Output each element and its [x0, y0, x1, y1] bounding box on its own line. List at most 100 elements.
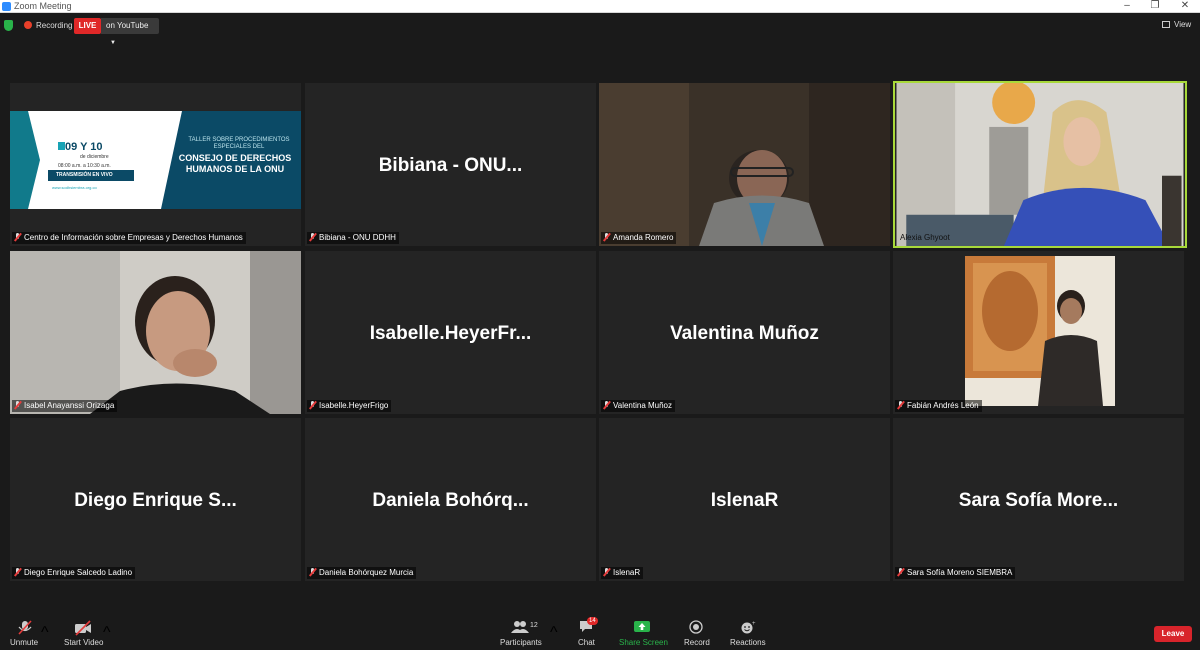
- unmute-button[interactable]: Unmute: [10, 620, 38, 647]
- slide-title-big: CONSEJO DE DERECHOS HUMANOS DE LA ONU: [178, 153, 292, 174]
- muted-mic-icon: [602, 567, 611, 577]
- participant-name-label: IslenaR: [601, 567, 644, 579]
- shared-slide-image: 09 Y 10 de diciembre 08:00 a.m. a 10:30 …: [10, 111, 301, 209]
- recording-label: Recording: [36, 21, 73, 30]
- unmute-label: Unmute: [10, 638, 39, 647]
- slide-title-small: TALLER SOBRE PROCEDIMIENTOS ESPECIALES D…: [188, 137, 290, 150]
- participants-count: 12: [530, 622, 538, 629]
- video-tile[interactable]: Amanda Romero: [599, 83, 890, 246]
- participant-name-label: Valentina Muñoz: [601, 400, 675, 412]
- view-label: View: [1174, 20, 1192, 29]
- chat-label: Chat: [578, 638, 595, 647]
- participants-options-caret-icon[interactable]: ^: [550, 624, 558, 642]
- participant-name-label: Daniela Bohórquez Murcia: [307, 567, 417, 579]
- restore-icon[interactable]: ❐: [1140, 0, 1170, 12]
- participant-name-label: Isabelle.HeyerFrigo: [307, 400, 392, 412]
- participant-name-label: Amanda Romero: [601, 232, 677, 244]
- video-tile[interactable]: Fabián Andrés León: [893, 251, 1184, 414]
- video-tile[interactable]: Sara Sofía More... Sara Sofía Moreno SIE…: [893, 418, 1184, 581]
- window-title: Zoom Meeting: [14, 1, 72, 11]
- muted-mic-icon: [602, 232, 611, 242]
- video-tile[interactable]: Isabel Anayanssi Orizaga: [10, 251, 301, 414]
- share-screen-icon: [634, 621, 650, 632]
- window-titlebar: Zoom Meeting – ❐ ✕: [0, 0, 1200, 13]
- live-badge: LIVE: [74, 18, 101, 34]
- participants-icon: [511, 621, 529, 633]
- svg-text:+: +: [752, 621, 756, 627]
- participant-display-name: Daniela Bohórq...: [372, 490, 529, 511]
- participant-name-label: Centro de Información sobre Empresas y D…: [12, 232, 246, 244]
- slide-hours: 08:00 a.m. a 10:30 a.m.: [58, 163, 111, 169]
- participant-name-label: Fabián Andrés León: [895, 400, 982, 412]
- record-button[interactable]: Record: [684, 620, 710, 647]
- reactions-icon: +: [741, 621, 756, 634]
- participant-video-feed: [10, 251, 301, 414]
- reactions-label: Reactions: [730, 638, 766, 647]
- view-button[interactable]: View: [1162, 20, 1191, 29]
- reactions-button[interactable]: + Reactions: [730, 620, 766, 647]
- recording-icon: [24, 21, 32, 29]
- participant-video-feed: [893, 251, 1184, 414]
- muted-mic-icon: [308, 400, 317, 410]
- slide-date: 09 Y 10: [65, 141, 103, 153]
- participant-video-feed: [896, 83, 1184, 246]
- video-off-icon: [75, 620, 91, 636]
- record-icon: [689, 620, 703, 634]
- close-icon[interactable]: ✕: [1170, 0, 1200, 12]
- participant-display-name: Isabelle.HeyerFr...: [369, 323, 532, 344]
- participant-name-label: Sara Sofía Moreno SIEMBRA: [895, 567, 1016, 579]
- participants-label: Participants: [500, 638, 542, 647]
- leave-button[interactable]: Leave: [1154, 626, 1192, 642]
- slide-broadcast-label: TRANSMISIÓN EN VIVO: [48, 170, 134, 181]
- stream-target-label: on YouTube: [106, 21, 149, 30]
- meeting-status-bar: Recording LIVE on YouTube ▼ View: [0, 14, 1200, 46]
- chat-button[interactable]: 14 Chat: [578, 617, 598, 647]
- encryption-shield-icon[interactable]: [4, 20, 13, 31]
- participant-display-name: Diego Enrique S...: [74, 490, 237, 511]
- muted-mic-icon: [308, 232, 317, 242]
- zoom-logo-icon: [2, 2, 11, 11]
- muted-mic-icon: [13, 232, 22, 242]
- participant-name-label: Diego Enrique Salcedo Ladino: [12, 567, 136, 579]
- video-tile[interactable]: 09 Y 10 de diciembre 08:00 a.m. a 10:30 …: [10, 83, 301, 246]
- video-options-caret-icon[interactable]: ^: [103, 624, 111, 642]
- video-tile[interactable]: Valentina Muñoz Valentina Muñoz: [599, 251, 890, 414]
- participant-name-label: Bibiana - ONU DDHH: [307, 232, 399, 244]
- chevron-down-icon: ▼: [110, 40, 116, 46]
- muted-mic-icon: [308, 567, 317, 577]
- participant-display-name: Bibiana - ONU...: [378, 155, 523, 176]
- muted-mic-icon: [13, 567, 22, 577]
- calendar-icon: [58, 142, 65, 150]
- slide-url: www.sodhsiembra.org.co: [52, 185, 97, 190]
- video-tile[interactable]: Diego Enrique S... Diego Enrique Salcedo…: [10, 418, 301, 581]
- minimize-icon[interactable]: –: [1112, 0, 1142, 12]
- start-video-label: Start Video: [64, 638, 104, 647]
- share-screen-button[interactable]: Share Screen: [619, 620, 668, 647]
- muted-mic-icon: [896, 567, 905, 577]
- video-tile[interactable]: Daniela Bohórq... Daniela Bohórquez Murc…: [305, 418, 596, 581]
- video-tile[interactable]: IslenaR IslenaR: [599, 418, 890, 581]
- participants-button[interactable]: 12 Participants: [500, 620, 542, 647]
- slide-month: de diciembre: [80, 154, 109, 160]
- record-label: Record: [684, 638, 710, 647]
- share-screen-label: Share Screen: [619, 638, 668, 647]
- muted-mic-icon: [18, 620, 32, 635]
- participant-video-feed: [599, 83, 890, 246]
- chat-unread-badge: 14: [587, 617, 598, 625]
- participant-name-label: Alexia Ghyoot: [900, 233, 950, 242]
- meeting-controls-toolbar: Unmute ^ Start Video ^ 12 Participants ^…: [0, 615, 1200, 650]
- participant-display-name: IslenaR: [710, 490, 779, 511]
- muted-mic-icon: [896, 400, 905, 410]
- muted-mic-icon: [13, 400, 22, 410]
- video-tile[interactable]: Isabelle.HeyerFr... Isabelle.HeyerFrigo: [305, 251, 596, 414]
- video-tile[interactable]: Bibiana - ONU... Bibiana - ONU DDHH: [305, 83, 596, 246]
- start-video-button[interactable]: Start Video: [64, 620, 103, 647]
- participant-display-name: Valentina Muñoz: [670, 323, 819, 344]
- participant-name-label: Isabel Anayanssi Orizaga: [12, 400, 118, 412]
- participant-display-name: Sara Sofía More...: [958, 490, 1119, 511]
- audio-options-caret-icon[interactable]: ^: [41, 624, 49, 642]
- live-stream-dropdown[interactable]: on YouTube ▼: [101, 18, 159, 46]
- active-speaker-tile[interactable]: Alexia Ghyoot: [893, 81, 1187, 248]
- grid-view-icon: [1162, 21, 1170, 28]
- muted-mic-icon: [602, 400, 611, 410]
